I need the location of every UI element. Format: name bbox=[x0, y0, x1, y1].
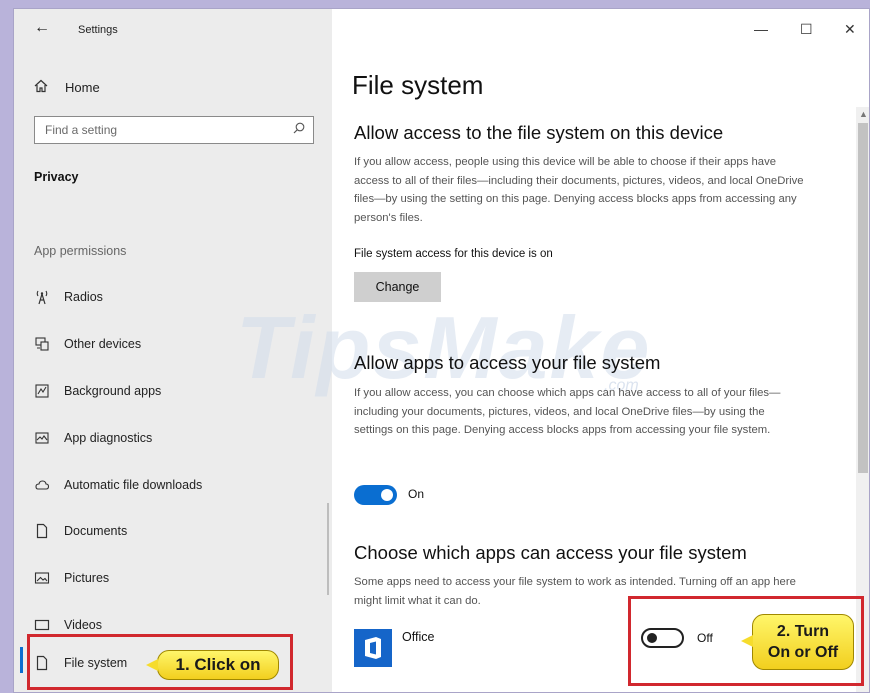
sidebar-item-label: Other devices bbox=[64, 337, 142, 351]
callout-turn-on-off: 2. Turn On or Off bbox=[741, 614, 854, 670]
sidebar-item-other-devices[interactable]: Other devices bbox=[32, 332, 302, 356]
section-heading: Allow apps to access your file system bbox=[354, 352, 661, 373]
sidebar-item-radios[interactable]: Radios bbox=[32, 285, 302, 309]
sidebar-item-documents[interactable]: Documents bbox=[32, 519, 302, 543]
sidebar-item-label: Background apps bbox=[64, 384, 162, 398]
search-box bbox=[34, 116, 314, 144]
sidebar-item-label: Videos bbox=[64, 618, 102, 632]
sidebar-item-label: App diagnostics bbox=[64, 431, 153, 445]
sidebar-item-label: Pictures bbox=[64, 571, 110, 585]
callout-click-on: 1. Click on bbox=[146, 650, 279, 680]
group-label: App permissions bbox=[34, 244, 127, 258]
settings-window: ← Settings Home Privacy App permissions … bbox=[13, 8, 870, 693]
window-title: Settings bbox=[78, 24, 118, 36]
diagnostics-icon bbox=[32, 429, 52, 447]
section-description: If you allow access, you can choose whic… bbox=[354, 387, 781, 436]
section-heading: Allow access to the file system on this … bbox=[354, 122, 724, 143]
scroll-up-icon[interactable]: ▲ bbox=[859, 109, 868, 119]
search-icon[interactable] bbox=[293, 122, 305, 137]
callout-text-line1: 2. Turn bbox=[776, 623, 830, 640]
cloud-icon bbox=[32, 476, 52, 494]
back-arrow-icon[interactable]: ← bbox=[34, 19, 50, 37]
callout-pointer bbox=[741, 635, 753, 647]
devices-icon bbox=[32, 335, 52, 353]
section-description: If you allow access, people using this d… bbox=[354, 156, 804, 224]
scroll-thumb[interactable] bbox=[858, 123, 868, 473]
allow-apps-toggle[interactable] bbox=[354, 485, 397, 505]
sidebar: ← Settings Home Privacy App permissions … bbox=[14, 9, 332, 692]
home-label: Home bbox=[65, 79, 100, 95]
sidebar-item-background-apps[interactable]: Background apps bbox=[32, 379, 302, 403]
document-icon bbox=[32, 522, 52, 540]
toggle-state-label: On bbox=[408, 487, 425, 501]
callout-text: 1. Click on bbox=[175, 655, 261, 674]
callout-pointer bbox=[146, 659, 158, 671]
background-apps-icon bbox=[32, 382, 52, 400]
sidebar-item-label: Documents bbox=[64, 524, 128, 538]
toggle-knob bbox=[381, 489, 393, 501]
sidebar-scrollbar[interactable] bbox=[327, 503, 329, 595]
sidebar-item-app-diagnostics[interactable]: App diagnostics bbox=[32, 426, 302, 450]
main-content: File system Allow access to the file sys… bbox=[352, 9, 852, 692]
search-input[interactable] bbox=[35, 117, 275, 143]
sidebar-item-label: Radios bbox=[64, 290, 103, 304]
section-heading: Choose which apps can access your file s… bbox=[354, 542, 747, 563]
sidebar-item-home[interactable]: Home bbox=[32, 75, 312, 99]
picture-icon bbox=[32, 569, 52, 587]
sidebar-item-automatic-file-downloads[interactable]: Automatic file downloads bbox=[32, 473, 302, 497]
video-icon bbox=[32, 616, 52, 634]
selection-indicator bbox=[20, 647, 23, 673]
sidebar-item-pictures[interactable]: Pictures bbox=[32, 566, 302, 590]
app-name: Office bbox=[402, 630, 435, 644]
section-title: Privacy bbox=[34, 170, 79, 184]
change-button[interactable]: Change bbox=[354, 272, 441, 302]
sidebar-item-label: Automatic file downloads bbox=[64, 478, 203, 492]
access-status: File system access for this device is on bbox=[354, 248, 553, 260]
radio-tower-icon bbox=[32, 288, 52, 306]
callout-text-line2: On or Off bbox=[767, 644, 839, 661]
office-app-icon bbox=[354, 629, 392, 667]
home-icon bbox=[32, 79, 50, 96]
page-title: File system bbox=[352, 70, 484, 100]
